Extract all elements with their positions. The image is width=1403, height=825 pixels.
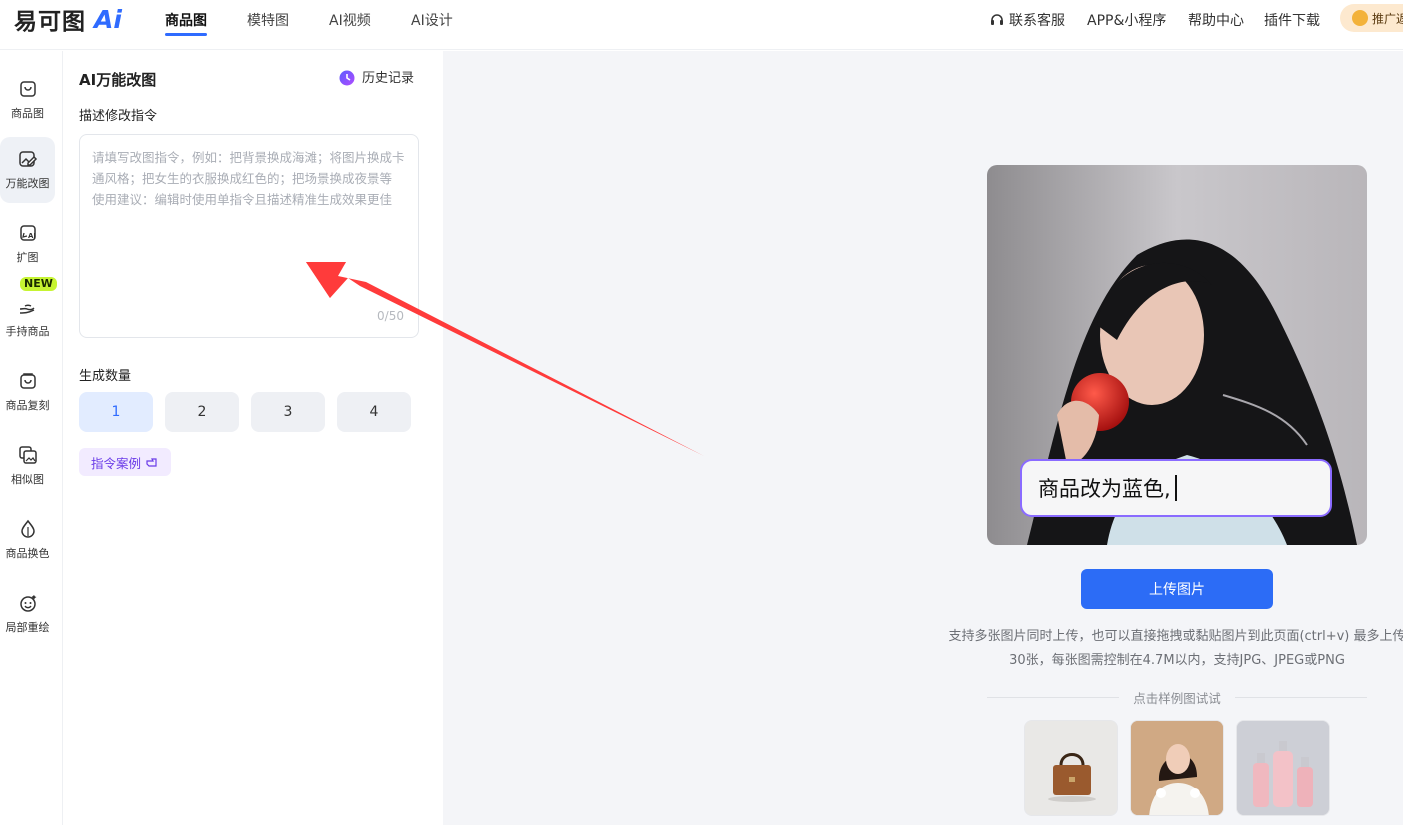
text-caret [1174,475,1177,501]
pointing-hand-icon [146,458,157,467]
bottles-thumbnail [1237,721,1329,815]
app-miniprogram-link[interactable]: APP&小程序 [1087,10,1166,30]
sidebar-item-label: 万能改图 [5,177,50,190]
sidebar-item-label: 局部重绘 [5,621,50,634]
tab-product-image[interactable]: 商品图 [165,10,207,30]
quantity-label: 生成数量 [79,369,132,384]
bag-copy-icon [19,373,36,389]
promo-label: 推广返 [1372,11,1403,26]
samples-title: 点击样例图试试 [1133,690,1221,706]
instruction-label: 描述修改指令 [79,109,158,124]
sidebar-item-label: 商品换色 [5,547,50,560]
contact-service-link[interactable]: 联系客服 [989,10,1065,30]
tab-ai-design[interactable]: AI设计 [411,10,453,30]
sidebar-item-label: 扩图 [16,251,39,264]
placeholder-example: 请填写改图指令，例如：把背景换成海滩；将图片换成卡通风格；把女生的衣服换成红色的… [92,150,405,186]
smile-icon [19,595,36,612]
sidebar-item-ai-edit[interactable]: 万能改图 [0,137,55,203]
sidebar-item-hand-product[interactable]: 手持商品 [0,285,55,351]
sidebar-item-similar-image[interactable]: 相似图 [0,433,55,499]
sidebar-item-label: 商品复刻 [5,399,50,412]
samples-divider: 点击样例图试试 [987,687,1368,707]
instruction-examples-button[interactable]: 指令案例 [79,448,172,476]
logo-text: 易可图 [14,9,86,35]
upload-area[interactable]: 商品改为蓝色, 上传图片 支持多张图片同时上传，也可以直接拖拽或黏贴图片到此页面… [443,51,1403,825]
bag-icon [19,81,36,97]
demo-image: 商品改为蓝色, [987,165,1367,545]
logo-ai-mark: Ai [94,4,122,34]
sidebar-item-label: 相似图 [11,473,44,486]
image-edit-icon [18,151,37,167]
help-center-link[interactable]: 帮助中心 [1188,10,1244,30]
sidebar-item-partial-redraw[interactable]: 局部重绘 [0,581,55,647]
handbag-thumbnail [1025,721,1117,815]
panel-title: AI万能改图 [79,71,157,89]
instruction-textarea[interactable]: 请填写改图指令，例如：把背景换成海滩；将图片换成卡通风格；把女生的衣服换成红色的… [79,134,419,338]
char-counter: 0/50 [377,309,404,323]
active-tab-underline [165,33,207,36]
color-drop-icon [20,519,35,538]
tab-ai-video[interactable]: AI视频 [329,10,371,30]
quantity-option-4[interactable]: 4 [337,392,411,432]
contact-service-label: 联系客服 [1009,13,1065,29]
model-thumbnail [1131,721,1223,815]
sidebar-item-label: 手持商品 [5,325,50,338]
tab-model-image[interactable]: 模特图 [247,10,289,30]
history-label: 历史记录 [362,71,415,86]
top-navbar: 易可图 Ai 商品图 模特图 AI视频 AI设计 联系客服 APP&小程序 帮助… [0,0,1403,50]
quantity-option-2[interactable]: 2 [165,392,239,432]
logo[interactable]: 易可图 Ai [14,4,122,36]
coin-icon [1352,10,1368,26]
svg-text:AI: AI [28,232,36,240]
divider-line [1234,696,1368,698]
prompt-overlay-text: 商品改为蓝色, [1038,477,1171,501]
promo-button[interactable]: 推广返 [1340,4,1403,32]
upload-hint: 支持多张图片同时上传，也可以直接拖拽或黏贴图片到此页面(ctrl+v) 最多上传… [948,629,1403,668]
tool-sidebar: 商品图 万能改图 AI 扩图 NEW 手持商品 商品复刻 相似图 商品换色 局部… [0,51,63,825]
plugin-download-link[interactable]: 插件下载 [1264,10,1320,30]
prompt-overlay: 商品改为蓝色, [1020,459,1332,517]
sidebar-item-color-change[interactable]: 商品换色 [0,507,55,573]
sample-model[interactable] [1130,720,1224,816]
expand-ai-icon: AI [19,225,36,241]
sample-bottles[interactable] [1236,720,1330,816]
history-link[interactable]: 历史记录 [338,67,414,86]
placeholder-suggestion: 使用建议：编辑时使用单指令且描述精准生成效果更佳 [92,192,393,207]
quantity-option-3[interactable]: 3 [251,392,325,432]
sidebar-item-label: 商品图 [11,107,44,120]
upload-image-button[interactable]: 上传图片 [1081,569,1273,609]
sidebar-item-product-replicate[interactable]: 商品复刻 [0,359,55,425]
quantity-option-1[interactable]: 1 [79,392,153,432]
instruction-examples-label: 指令案例 [91,455,142,471]
history-icon [339,70,355,85]
sidebar-item-product-image[interactable]: 商品图 [0,67,55,133]
divider-line [987,696,1120,698]
similar-image-icon [18,446,37,464]
sample-handbag[interactable] [1024,720,1118,816]
hand-icon [19,304,35,314]
headset-icon [991,14,1003,25]
edit-panel: AI万能改图 历史记录 描述修改指令 请填写改图指令，例如：把背景换成海滩；将图… [63,51,443,825]
sidebar-item-expand[interactable]: AI 扩图 [0,211,55,277]
